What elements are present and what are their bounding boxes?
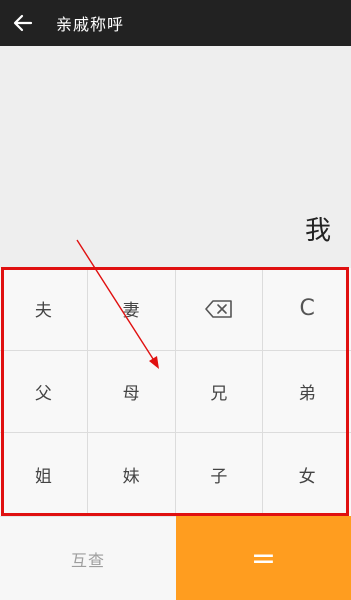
- key-husband[interactable]: 夫: [0, 268, 88, 351]
- key-wife[interactable]: 妻: [87, 268, 176, 351]
- key-son[interactable]: 子: [175, 433, 264, 516]
- bottom-bar: 互查 =: [0, 516, 351, 600]
- result-text: 我: [304, 216, 331, 246]
- arrow-left-icon: [13, 14, 33, 32]
- clear-button[interactable]: C: [263, 268, 351, 351]
- result-display: 我: [0, 46, 351, 268]
- relation-keypad: 夫 妻 C 父 母 兄 弟 姐 妹 子 女: [0, 268, 351, 516]
- key-father[interactable]: 父: [0, 350, 88, 434]
- page-title: 亲戚称呼: [56, 15, 125, 34]
- mutual-check-button[interactable]: 互查: [0, 516, 176, 600]
- backspace-button[interactable]: [175, 268, 264, 351]
- key-younger-brother[interactable]: 弟: [263, 350, 351, 434]
- key-elder-brother[interactable]: 兄: [175, 350, 264, 434]
- key-daughter[interactable]: 女: [263, 433, 351, 516]
- key-mother[interactable]: 母: [87, 350, 176, 434]
- top-bar: 亲戚称呼: [0, 0, 351, 46]
- key-younger-sister[interactable]: 妹: [87, 433, 176, 516]
- back-button[interactable]: [0, 0, 46, 46]
- key-elder-sister[interactable]: 姐: [0, 433, 88, 516]
- backspace-icon: [205, 300, 232, 318]
- equals-button[interactable]: =: [176, 516, 351, 600]
